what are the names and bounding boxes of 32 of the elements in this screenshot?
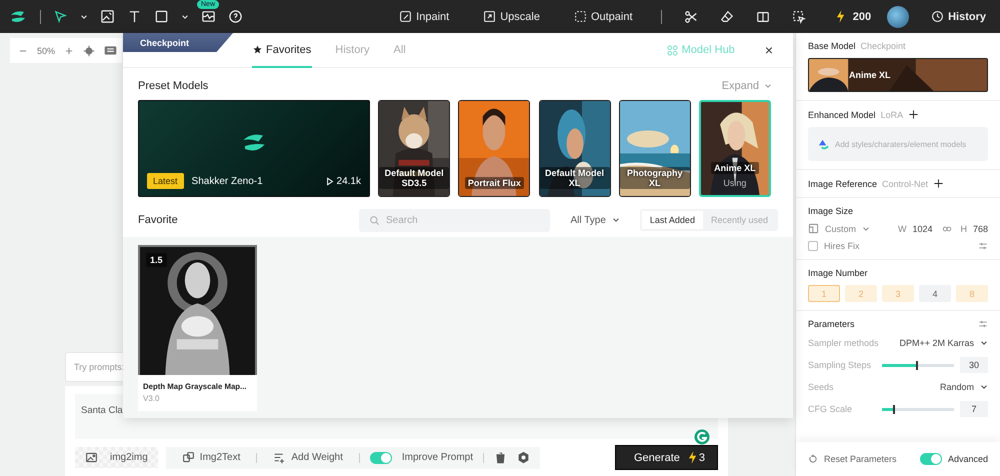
section-title: Favorite [138,214,179,226]
height-label: H [960,224,967,234]
section-title: Parameters [808,319,855,329]
model-version: V3.0 [143,394,160,403]
parameter-label: Sampler methods [808,338,879,348]
checkpoint-label: Checkpoint [123,33,233,52]
credit-count: 200 [852,10,872,22]
parameter-label: Sampling Steps [808,360,872,370]
section-subtitle: LoRA [880,110,904,120]
section-title: Base Model [808,41,856,51]
section-title: Image Reference [808,178,878,188]
model-name: Photography XL [620,167,690,189]
model-name: Default Model SD3.5 [379,167,450,189]
run-count: 24.1k [336,176,361,187]
section-title: Enhanced Model [808,110,876,120]
latest-tag: Latest [147,173,184,189]
advanced-label: Advanced [948,454,988,464]
zoom-level: 50% [37,46,56,56]
model-name: Shakker Zeno-1 [192,176,263,186]
parameter-label: Seeds [808,382,834,392]
model-name: Anime XL [849,70,891,80]
model-status: Using [723,178,746,188]
section-subtitle: Control-Net [882,178,928,188]
section-subtitle: Checkpoint [860,41,906,51]
parameter-label: CFG Scale [808,404,852,414]
section-title: Image Size [808,206,854,216]
section-title: Preset Models [138,80,208,92]
improve-prompt-label: Improve Prompt [402,452,474,463]
version-badge: 1.5 [146,253,167,267]
hires-fix-label: Hires Fix [824,241,860,251]
width-label: W [898,224,906,234]
section-title: Image Number [808,268,868,278]
